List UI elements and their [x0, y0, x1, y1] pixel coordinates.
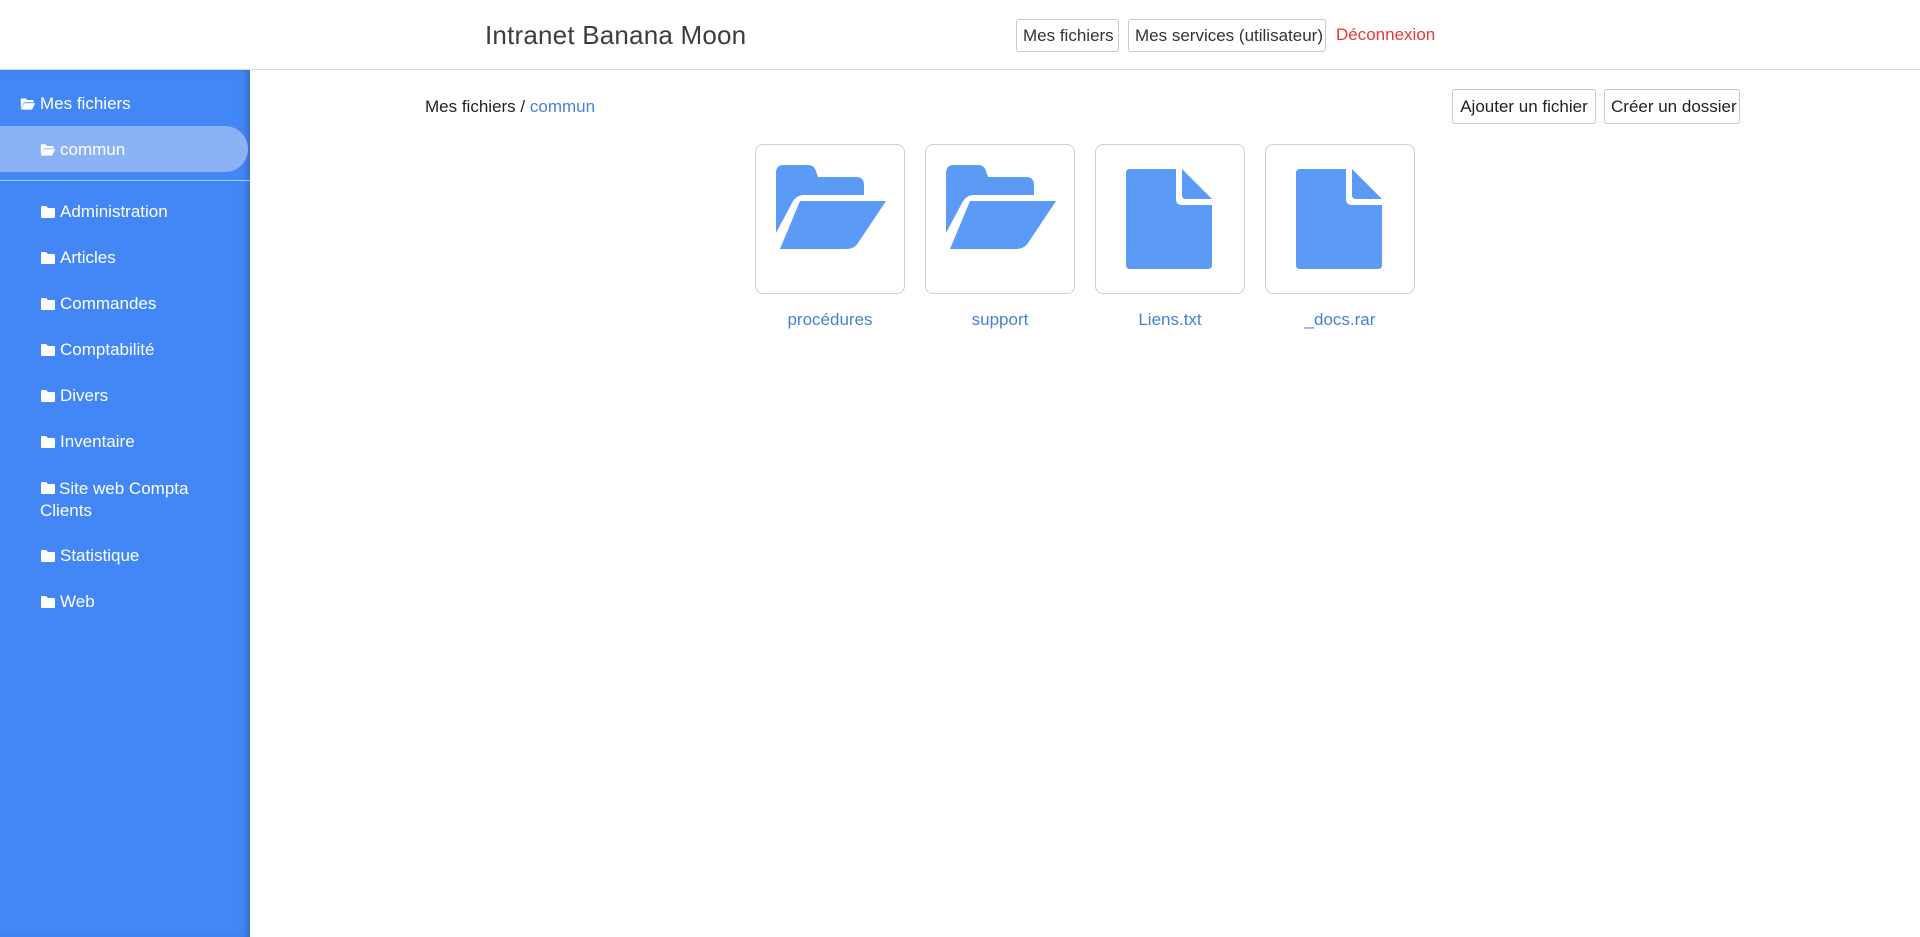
app-title: Intranet Banana Moon [485, 20, 747, 50]
sidebar-item-inventaire[interactable]: Inventaire [40, 432, 135, 452]
add-file-button[interactable]: Ajouter un fichier [1452, 89, 1596, 124]
sidebar-item-commun[interactable]: commun [40, 140, 125, 160]
my-services-button[interactable]: Mes services (utilisateur) [1128, 19, 1326, 52]
file-tile-support[interactable] [925, 144, 1075, 294]
top-bar: Intranet Banana Moon Mes fichiers Mes se… [0, 0, 1920, 70]
folder-icon [41, 206, 55, 218]
sidebar-item-label: Statistique [60, 546, 140, 565]
sidebar-item-label: Web [60, 592, 95, 611]
sidebar-item-administration[interactable]: Administration [40, 202, 168, 222]
my-files-button[interactable]: Mes fichiers [1016, 19, 1119, 52]
folder-open-icon [946, 165, 1056, 249]
folder-icon [41, 390, 55, 402]
sidebar-item-commandes[interactable]: Commandes [40, 294, 156, 314]
folder-icon [41, 298, 55, 310]
sidebar-item-statistique[interactable]: Statistique [40, 546, 139, 566]
folder-icon [41, 596, 55, 608]
folder-open-icon [776, 165, 886, 249]
sidebar-item-comptabilite[interactable]: Comptabilité [40, 340, 155, 360]
sidebar-item-label: Mes fichiers [40, 94, 131, 113]
sidebar-item-articles[interactable]: Articles [40, 248, 116, 268]
breadcrumb-current[interactable]: commun [530, 97, 595, 116]
sidebar-item-site-web-compta-clients[interactable]: Site web Compta Clients [40, 478, 200, 522]
sidebar-item-label: Administration [60, 202, 168, 221]
sidebar-item-label: Inventaire [60, 432, 135, 451]
sidebar-divider [0, 180, 250, 181]
file-tile-docs-rar[interactable] [1265, 144, 1415, 294]
sidebar-item-label: Site web Compta Clients [40, 479, 189, 520]
file-icon [1126, 169, 1212, 269]
breadcrumb-separator: / [515, 97, 530, 116]
folder-icon [41, 550, 55, 562]
sidebar-item-label: Commandes [60, 294, 157, 313]
file-tile-procedures[interactable] [755, 144, 905, 294]
sidebar-item-web[interactable]: Web [40, 592, 95, 612]
sidebar-item-label: Articles [60, 248, 116, 267]
sidebar-item-my-files[interactable]: Mes fichiers [20, 94, 131, 114]
logout-link[interactable]: Déconnexion [1336, 25, 1435, 45]
file-name-docs-rar[interactable]: _docs.rar [1265, 310, 1415, 330]
sidebar-item-label: Comptabilité [60, 340, 155, 359]
create-folder-button[interactable]: Créer un dossier [1604, 89, 1740, 124]
breadcrumb: Mes fichiers / commun [425, 97, 595, 117]
file-tile-liens-txt[interactable] [1095, 144, 1245, 294]
file-name-liens-txt[interactable]: Liens.txt [1095, 310, 1245, 330]
file-icon [1296, 169, 1382, 269]
file-name-procedures[interactable]: procédures [755, 310, 905, 330]
folder-icon [41, 252, 55, 264]
sidebar-item-divers[interactable]: Divers [40, 386, 108, 406]
folder-open-icon [20, 98, 36, 110]
file-name-support[interactable]: support [925, 310, 1075, 330]
breadcrumb-root[interactable]: Mes fichiers [425, 97, 516, 116]
folder-open-icon [40, 144, 56, 156]
sidebar-item-label: commun [60, 140, 126, 159]
sidebar: Mes fichiers commun Administration Artic… [0, 70, 250, 937]
sidebar-item-label: Divers [60, 386, 109, 405]
folder-icon [41, 482, 55, 494]
folder-icon [41, 436, 55, 448]
folder-icon [41, 344, 55, 356]
